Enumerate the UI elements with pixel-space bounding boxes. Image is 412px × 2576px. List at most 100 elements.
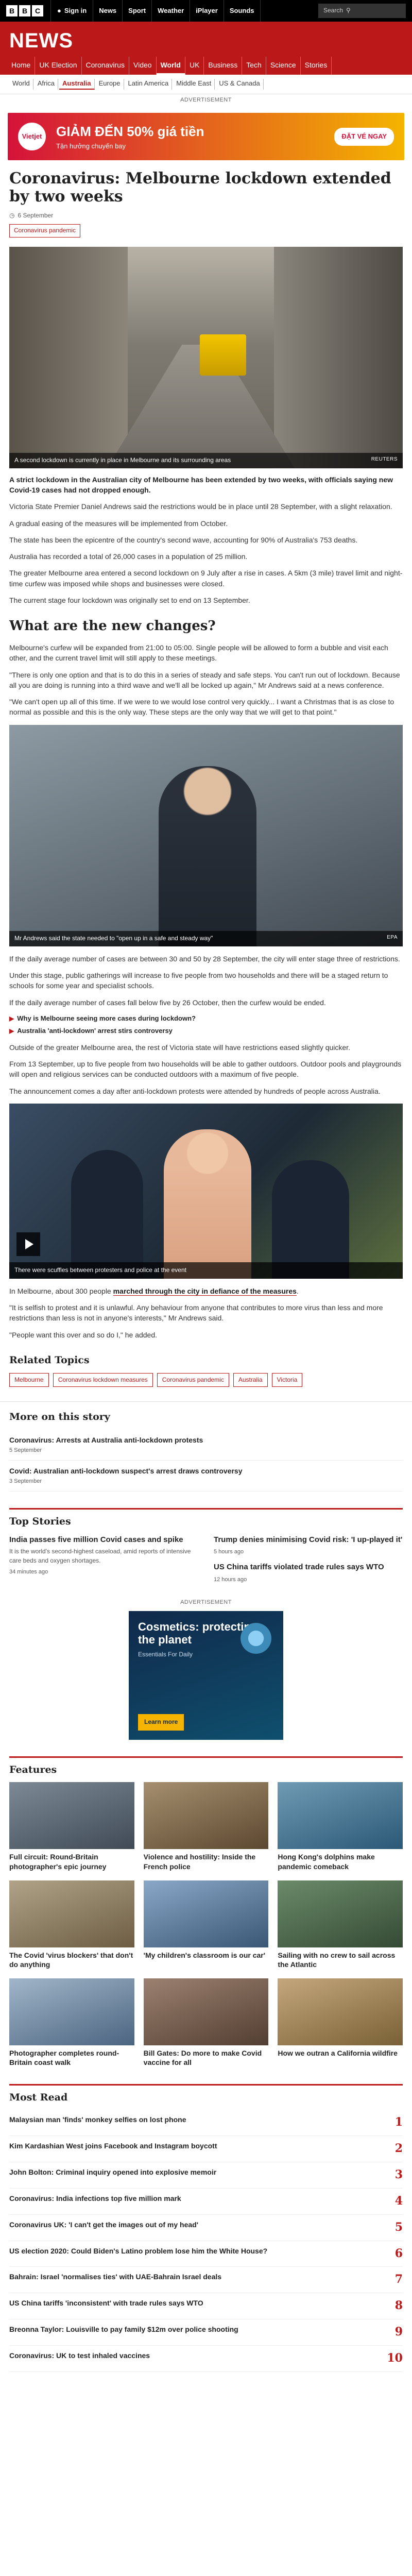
global-nav-weather[interactable]: Weather bbox=[152, 0, 191, 22]
play-icon[interactable] bbox=[16, 1232, 40, 1256]
most-read-item[interactable]: Coronavirus: India infections top five m… bbox=[9, 2189, 403, 2215]
feature-title: Bill Gates: Do more to make Covid vaccin… bbox=[143, 2049, 262, 2067]
ad-label: ADVERTISEMENT bbox=[180, 97, 232, 104]
ad-cta-button[interactable]: ĐẶT VÉ NGAY bbox=[334, 127, 394, 146]
feature-card[interactable]: Violence and hostility: Inside the Frenc… bbox=[143, 1782, 269, 1871]
video-still-officer bbox=[71, 1149, 143, 1279]
most-read-rank: 7 bbox=[394, 2273, 403, 2286]
feature-thumbnail bbox=[278, 1880, 403, 1947]
related-link[interactable]: ▶ Why is Melbourne seeing more cases dur… bbox=[9, 1014, 403, 1024]
most-read-item[interactable]: Coronavirus: UK to test inhaled vaccines… bbox=[9, 2346, 403, 2372]
bbc-logo[interactable]: B B C bbox=[6, 5, 43, 16]
most-read-item[interactable]: US election 2020: Could Biden's Latino p… bbox=[9, 2241, 403, 2267]
most-read-item[interactable]: Bahrain: Israel 'normalises ties' with U… bbox=[9, 2267, 403, 2294]
global-nav-sounds[interactable]: Sounds bbox=[224, 0, 261, 22]
most-read-item[interactable]: US China tariffs 'inconsistent' with tra… bbox=[9, 2293, 403, 2320]
feature-card[interactable]: Photographer completes round-Britain coa… bbox=[9, 1978, 134, 2067]
news-nav-uk[interactable]: UK bbox=[185, 57, 204, 75]
feature-title: Sailing with no crew to sail across the … bbox=[278, 1951, 396, 1969]
story-title: Covid: Australian anti-lockdown suspect'… bbox=[9, 1466, 243, 1475]
related-link[interactable]: ▶ Australia 'anti-lockdown' arrest stirs… bbox=[9, 1026, 403, 1036]
features-grid: Full circuit: Round-Britain photographer… bbox=[9, 1782, 403, 2067]
bbc-logo-letter: B bbox=[6, 5, 18, 16]
global-nav-news[interactable]: News bbox=[93, 0, 123, 22]
related-link-text: Why is Melbourne seeing more cases durin… bbox=[17, 1014, 196, 1022]
story-link[interactable]: Covid: Australian anti-lockdown suspect'… bbox=[9, 1461, 403, 1492]
world-subnav: World Africa Australia Europe Latin Amer… bbox=[0, 75, 412, 95]
global-nav: News Sport Weather iPlayer Sounds bbox=[93, 0, 261, 22]
news-nav-home[interactable]: Home bbox=[7, 57, 36, 75]
ad-box[interactable]: Cosmetics: protecting the planet Essenti… bbox=[129, 1611, 283, 1740]
news-nav-stories[interactable]: Stories bbox=[301, 57, 332, 75]
feature-thumbnail bbox=[143, 1880, 269, 1947]
top-story[interactable]: US China tariffs violated trade rules sa… bbox=[214, 1562, 403, 1584]
top-story[interactable]: Trump denies minimising Covid risk: 'I u… bbox=[214, 1534, 403, 1557]
article-paragraph: "People want this over and so do I," he … bbox=[9, 1330, 158, 1339]
feature-card[interactable]: The Covid 'virus blockers' that don't do… bbox=[9, 1880, 134, 1969]
article-paragraph: "There is only one option and that is to… bbox=[9, 670, 400, 689]
feature-thumbnail bbox=[278, 1978, 403, 2046]
most-read-title-text: Coronavirus: UK to test inhaled vaccines bbox=[9, 2351, 150, 2360]
feature-card[interactable]: 'My children's classroom is our car' bbox=[143, 1880, 269, 1969]
video-still-officer bbox=[272, 1160, 349, 1279]
subnav-latin-america[interactable]: Latin America bbox=[125, 79, 173, 90]
feature-title: Hong Kong's dolphins make pandemic comeb… bbox=[278, 1853, 375, 1871]
most-read-item[interactable]: Coronavirus UK: 'I can't get the images … bbox=[9, 2215, 403, 2241]
article-headline: Coronavirus: Melbourne lockdown extended… bbox=[9, 170, 391, 206]
most-read-item[interactable]: Kim Kardashian West joins Facebook and I… bbox=[9, 2136, 403, 2162]
ad-cta-button[interactable]: Learn more bbox=[138, 1714, 184, 1731]
global-nav-iplayer[interactable]: iPlayer bbox=[190, 0, 224, 22]
topic-tag[interactable]: Victoria bbox=[271, 1372, 303, 1387]
andrews-image-person bbox=[159, 766, 256, 946]
story-link[interactable]: Coronavirus: Arrests at Australia anti-l… bbox=[9, 1430, 403, 1461]
most-read-item[interactable]: Breonna Taylor: Louisville to pay family… bbox=[9, 2319, 403, 2346]
feature-card[interactable]: Hong Kong's dolphins make pandemic comeb… bbox=[278, 1782, 403, 1871]
global-nav-sport[interactable]: Sport bbox=[123, 0, 152, 22]
article-tag[interactable]: Coronavirus pandemic bbox=[9, 224, 81, 238]
topic-tag[interactable]: Melbourne bbox=[9, 1372, 49, 1387]
subnav-europe[interactable]: Europe bbox=[96, 79, 124, 90]
feature-thumbnail bbox=[9, 1880, 134, 1947]
features-title: Features bbox=[9, 1756, 403, 1777]
feature-card[interactable]: Bill Gates: Do more to make Covid vaccin… bbox=[143, 1978, 269, 2067]
top-story[interactable]: India passes five million Covid cases an… bbox=[9, 1534, 198, 1584]
search-box[interactable]: Search ⚲ bbox=[318, 4, 406, 18]
news-nav-science[interactable]: Science bbox=[266, 57, 301, 75]
sign-in-link[interactable]: ● Sign in bbox=[50, 0, 94, 22]
andrews-credit: EPA bbox=[387, 935, 398, 941]
feature-card[interactable]: Sailing with no crew to sail across the … bbox=[278, 1880, 403, 1969]
subnav-australia[interactable]: Australia bbox=[59, 79, 95, 90]
most-read-item[interactable]: Malaysian man 'finds' monkey selfies on … bbox=[9, 2110, 403, 2136]
topic-tag[interactable]: Coronavirus lockdown measures bbox=[53, 1372, 153, 1387]
feature-title: The Covid 'virus blockers' that don't do… bbox=[9, 1951, 133, 1969]
ad-banner[interactable]: Vietjet GIẢM ĐẾN 50% giá tiền Tận hưởng … bbox=[8, 113, 404, 161]
news-nav-tech[interactable]: Tech bbox=[242, 57, 266, 75]
news-nav-video[interactable]: Video bbox=[129, 57, 157, 75]
news-brand[interactable]: NEWS bbox=[0, 22, 412, 57]
subnav-africa[interactable]: Africa bbox=[35, 79, 58, 90]
inline-link[interactable]: marched through the city in defiance of … bbox=[113, 1286, 297, 1296]
subnav-world[interactable]: World bbox=[9, 79, 33, 90]
news-nav-world[interactable]: World bbox=[156, 57, 185, 75]
search-label: Search bbox=[323, 7, 344, 14]
news-nav-business[interactable]: Business bbox=[204, 57, 243, 75]
subnav-middle-east[interactable]: Middle East bbox=[173, 79, 215, 90]
hero-image-building bbox=[9, 246, 128, 468]
article-paragraph: The greater Melbourne area entered a sec… bbox=[9, 569, 403, 588]
feature-card[interactable]: Full circuit: Round-Britain photographer… bbox=[9, 1782, 134, 1871]
feature-title: 'My children's classroom is our car' bbox=[143, 1951, 266, 1959]
top-stories: Top Stories India passes five million Co… bbox=[0, 1507, 412, 1584]
top-story-date: 34 minutes ago bbox=[9, 1569, 48, 1575]
most-read-rank: 5 bbox=[394, 2220, 403, 2234]
protest-video[interactable]: There were scuffles between protesters a… bbox=[9, 1103, 403, 1279]
section-heading: What are the new changes? bbox=[9, 618, 216, 634]
subnav-us-canada[interactable]: US & Canada bbox=[216, 79, 264, 90]
topic-tag[interactable]: Coronavirus pandemic bbox=[157, 1372, 229, 1387]
video-still-protester bbox=[164, 1129, 251, 1279]
news-nav-coronavirus[interactable]: Coronavirus bbox=[82, 57, 129, 75]
most-read-item[interactable]: John Bolton: Criminal inquiry opened int… bbox=[9, 2162, 403, 2189]
news-nav-uk-election[interactable]: UK Election bbox=[35, 57, 82, 75]
feature-card[interactable]: How we outran a California wildfire bbox=[278, 1978, 403, 2067]
topic-tag[interactable]: Australia bbox=[233, 1372, 268, 1387]
bbc-logo-letter: C bbox=[32, 5, 43, 16]
